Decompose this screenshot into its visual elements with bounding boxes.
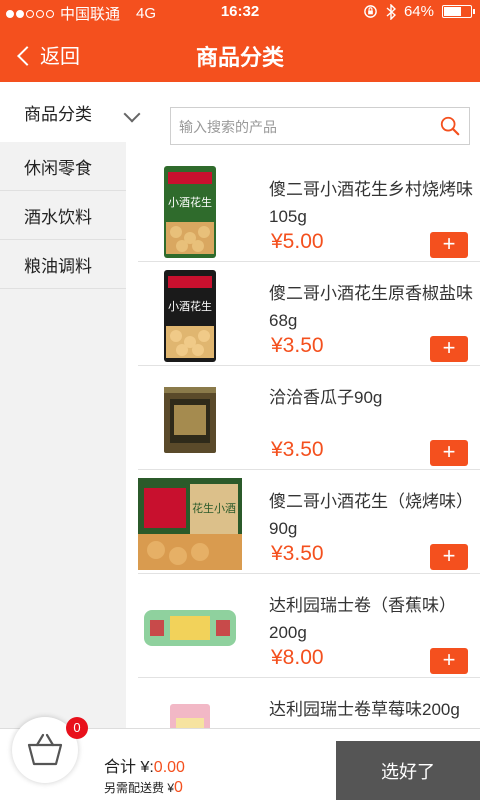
total-label: 合计 ¥: xyxy=(104,759,154,776)
product-item[interactable]: 小酒花生 傻二哥小酒花生乡村烧烤味105g ¥5.00 + xyxy=(138,158,480,262)
bluetooth-icon xyxy=(386,3,396,20)
product-list: 小酒花生 傻二哥小酒花生乡村烧烤味105g ¥5.00 + 小酒花生 傻二哥小酒… xyxy=(126,158,480,728)
product-name: 达利园瑞士卷草莓味200g xyxy=(269,700,460,719)
product-price: ¥3.50 xyxy=(271,334,324,357)
add-to-cart-button[interactable]: + xyxy=(430,336,468,362)
add-to-cart-button[interactable]: + xyxy=(430,648,468,674)
product-name: 傻二哥小酒花生乡村烧烤味105g xyxy=(269,180,473,226)
sidebar-item-grain-oil[interactable]: 粮油调料 xyxy=(0,240,126,289)
chevron-down-icon xyxy=(123,105,141,123)
product-item[interactable]: 达利园瑞士卷草莓味200g xyxy=(138,678,480,728)
add-to-cart-button[interactable]: + xyxy=(430,544,468,570)
product-item[interactable]: 达利园瑞士卷（香蕉味）200g ¥8.00 + xyxy=(138,574,480,678)
sidebar-item-label: 酒水饮料 xyxy=(24,207,92,227)
product-item[interactable]: 小酒花生 傻二哥小酒花生原香椒盐味68g ¥3.50 + xyxy=(138,262,480,366)
delivery-label: 另需配送费 ¥ xyxy=(104,781,175,795)
delivery-value: 0 xyxy=(174,779,183,796)
total-value: 0.00 xyxy=(153,759,185,776)
product-price: ¥5.00 xyxy=(271,230,324,253)
confirm-button[interactable]: 选好了 xyxy=(336,741,480,800)
category-sidebar: 商品分类 休闲零食 酒水饮料 粮油调料 xyxy=(0,82,141,728)
cart-bar: 0 合计 ¥:0.00 另需配送费 ¥0 选好了 xyxy=(0,717,480,800)
product-thumbnail: 花生小酒 xyxy=(138,478,242,570)
product-price: ¥3.50 xyxy=(271,542,324,565)
product-name: 洽洽香瓜子90g xyxy=(269,388,383,407)
delivery-fee: 另需配送费 ¥0 xyxy=(104,779,183,797)
product-item[interactable]: 洽洽香瓜子90g ¥3.50 + xyxy=(138,366,480,470)
battery-icon xyxy=(442,5,475,18)
product-price: ¥3.50 xyxy=(271,438,324,461)
status-bar: 中国联通 4G 16:32 64% xyxy=(0,0,480,24)
product-item[interactable]: 花生小酒 傻二哥小酒花生（烧烤味）90g ¥3.50 + xyxy=(138,470,480,574)
category-dropdown-label: 商品分类 xyxy=(24,104,92,124)
product-thumbnail xyxy=(138,686,242,728)
sidebar-item-label: 粮油调料 xyxy=(24,256,92,276)
battery-percent: 64% xyxy=(403,3,434,20)
search-box xyxy=(170,107,470,145)
product-thumbnail xyxy=(138,582,242,674)
thumb-text: 花生小酒 xyxy=(192,501,236,515)
product-thumbnail xyxy=(138,374,242,466)
thumb-text: 小酒花生 xyxy=(168,195,212,209)
rotation-lock-icon xyxy=(364,5,377,18)
sidebar-item-snacks[interactable]: 休闲零食 xyxy=(0,142,126,191)
product-name: 傻二哥小酒花生原香椒盐味68g xyxy=(269,284,473,330)
product-name: 傻二哥小酒花生（烧烤味）90g xyxy=(269,492,473,538)
cart-count-badge: 0 xyxy=(66,717,88,739)
thumb-text: 小酒花生 xyxy=(168,299,212,313)
sidebar-item-label: 休闲零食 xyxy=(24,158,92,178)
search-icon[interactable] xyxy=(439,115,461,137)
page-title: 商品分类 xyxy=(195,45,284,70)
product-name: 达利园瑞士卷（香蕉味）200g xyxy=(269,596,456,642)
nav-bar: 返回 商品分类 xyxy=(0,24,480,82)
status-right: 64% xyxy=(363,3,475,20)
product-thumbnail: 小酒花生 xyxy=(138,270,242,362)
category-dropdown[interactable]: 商品分类 xyxy=(0,82,141,142)
product-thumbnail: 小酒花生 xyxy=(138,166,242,258)
cart-total: 合计 ¥:0.00 xyxy=(104,753,185,777)
search-input[interactable] xyxy=(179,116,429,138)
product-price: ¥8.00 xyxy=(271,646,324,669)
add-to-cart-button[interactable]: + xyxy=(430,440,468,466)
add-to-cart-button[interactable]: + xyxy=(430,232,468,258)
sidebar-item-drinks[interactable]: 酒水饮料 xyxy=(0,191,126,240)
